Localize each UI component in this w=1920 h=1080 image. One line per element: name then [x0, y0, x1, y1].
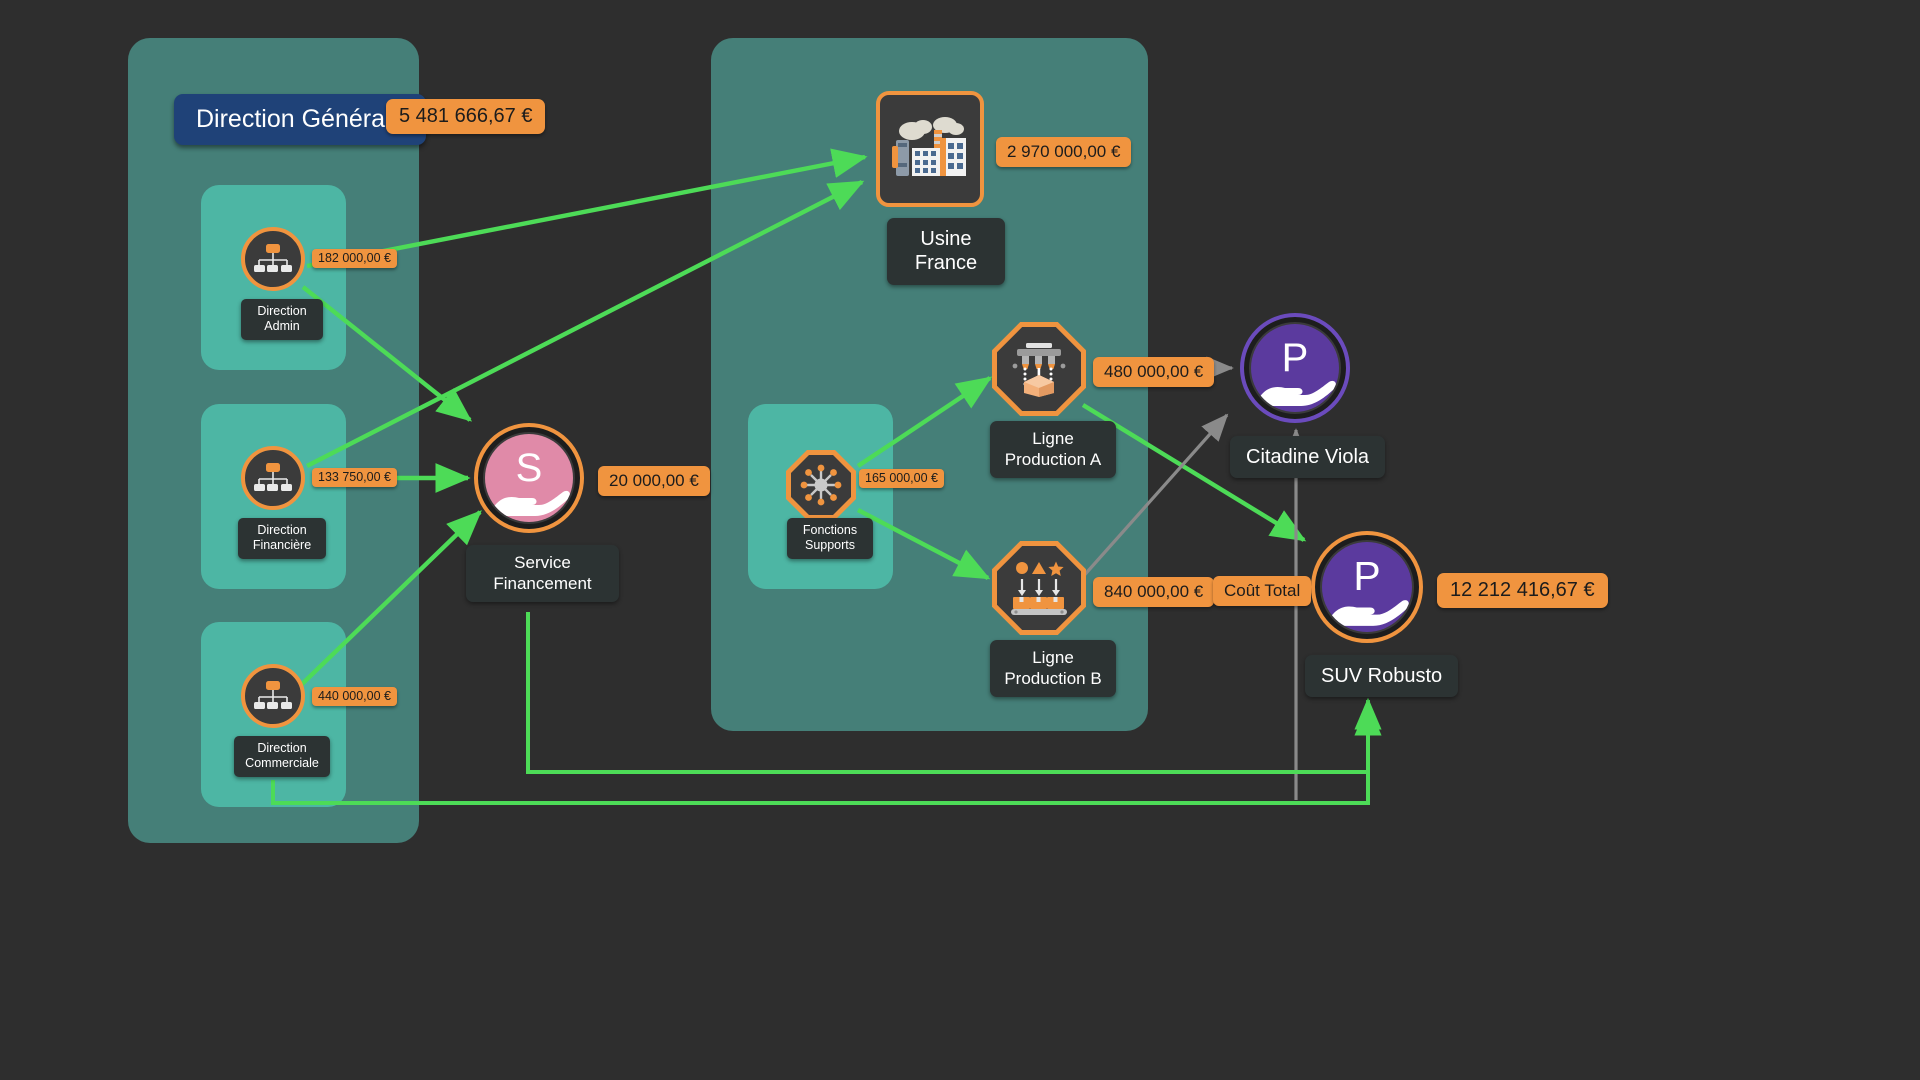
- label-line-2: Supports: [804, 538, 856, 553]
- node-direction-financiere[interactable]: [241, 446, 305, 510]
- svg-text:S: S: [516, 446, 543, 490]
- node-direction-commerciale[interactable]: [241, 664, 305, 728]
- label-suv-robusto: SUV Robusto: [1305, 655, 1459, 698]
- label-ligne-production-b: Ligne Production B: [990, 640, 1116, 698]
- label-line-1: Direction: [257, 304, 307, 318]
- 3d-printer-icon: [1012, 343, 1066, 397]
- label-line-2: Commerciale: [245, 756, 319, 771]
- svg-text:P: P: [1282, 336, 1309, 380]
- node-direction-admin[interactable]: [241, 227, 305, 291]
- label-direction-admin: Direction Admin: [241, 299, 323, 340]
- label-direction-commerciale: Direction Commerciale: [234, 736, 330, 777]
- org-chart-icon: [254, 463, 292, 491]
- badge-cout-total: Coût Total: [1213, 576, 1312, 606]
- product-disc: P: [1251, 324, 1339, 412]
- node-citadine-viola[interactable]: P: [1240, 313, 1350, 423]
- org-chart-icon: [254, 681, 292, 709]
- node-usine-france[interactable]: [876, 91, 984, 207]
- svg-text:P: P: [1353, 553, 1380, 599]
- label-line-1: Direction: [257, 523, 307, 537]
- badge-service-financement: 20 000,00 €: [598, 466, 710, 496]
- badge-direction-financiere: 133 750,00 €: [312, 468, 397, 488]
- node-inner: [997, 546, 1081, 630]
- node-service-financement[interactable]: S: [474, 423, 584, 533]
- label-service-financement: Service Financement: [466, 545, 619, 603]
- assembly-line-icon: [1011, 561, 1067, 615]
- label-line-2: Production B: [1004, 668, 1102, 688]
- hand-product-icon: P: [1330, 553, 1409, 626]
- label-line-2: Financement: [493, 573, 592, 593]
- label-citadine-viola: Citadine Viola: [1230, 436, 1386, 479]
- diagram-canvas: Direction Générale 5 481 666,67 € 182 00…: [0, 0, 1920, 1080]
- node-fonctions-supports[interactable]: [786, 450, 856, 520]
- label-line-2: Financière: [252, 538, 312, 553]
- label-usine-france: Usine France: [887, 218, 1005, 285]
- hand-product-icon: P: [1259, 336, 1336, 406]
- badge-usine-france: 2 970 000,00 €: [996, 137, 1132, 167]
- label-line-1: Ligne: [1032, 429, 1074, 448]
- label-line-1: Fonctions: [802, 523, 858, 537]
- badge-direction-admin: 182 000,00 €: [312, 249, 397, 269]
- label-line-2: France: [914, 252, 978, 275]
- badge-ligne-production-b: 840 000,00 €: [1093, 577, 1215, 607]
- badge-direction-commerciale: 440 000,00 €: [312, 687, 397, 707]
- org-chart-icon: [254, 244, 292, 272]
- label-line-2: Production A: [1004, 449, 1102, 469]
- label-line-1: Direction: [257, 741, 307, 755]
- node-inner: [791, 455, 851, 515]
- node-suv-robusto[interactable]: P: [1311, 531, 1423, 643]
- badge-ligne-production-a: 480 000,00 €: [1093, 357, 1215, 387]
- hand-service-icon: S: [493, 446, 570, 516]
- service-disc: S: [485, 434, 573, 522]
- product-disc: P: [1322, 542, 1412, 632]
- label-ligne-production-a: Ligne Production A: [990, 421, 1116, 479]
- label-line-2: Admin: [264, 319, 300, 334]
- hub-spokes-icon: [800, 464, 842, 506]
- label-direction-financiere: Direction Financière: [238, 518, 326, 559]
- label-line-1: Usine: [920, 228, 972, 250]
- label-line-1: Service: [514, 553, 571, 572]
- badge-suv-robusto: 12 212 416,67 €: [1437, 573, 1608, 608]
- label-line-1: Ligne: [1032, 648, 1074, 667]
- node-inner: [997, 327, 1081, 411]
- label-fonctions-supports: Fonctions Supports: [787, 518, 873, 559]
- factory-icon: [892, 117, 966, 176]
- header-total-badge: 5 481 666,67 €: [386, 99, 546, 134]
- badge-fonctions-supports: 165 000,00 €: [859, 469, 944, 489]
